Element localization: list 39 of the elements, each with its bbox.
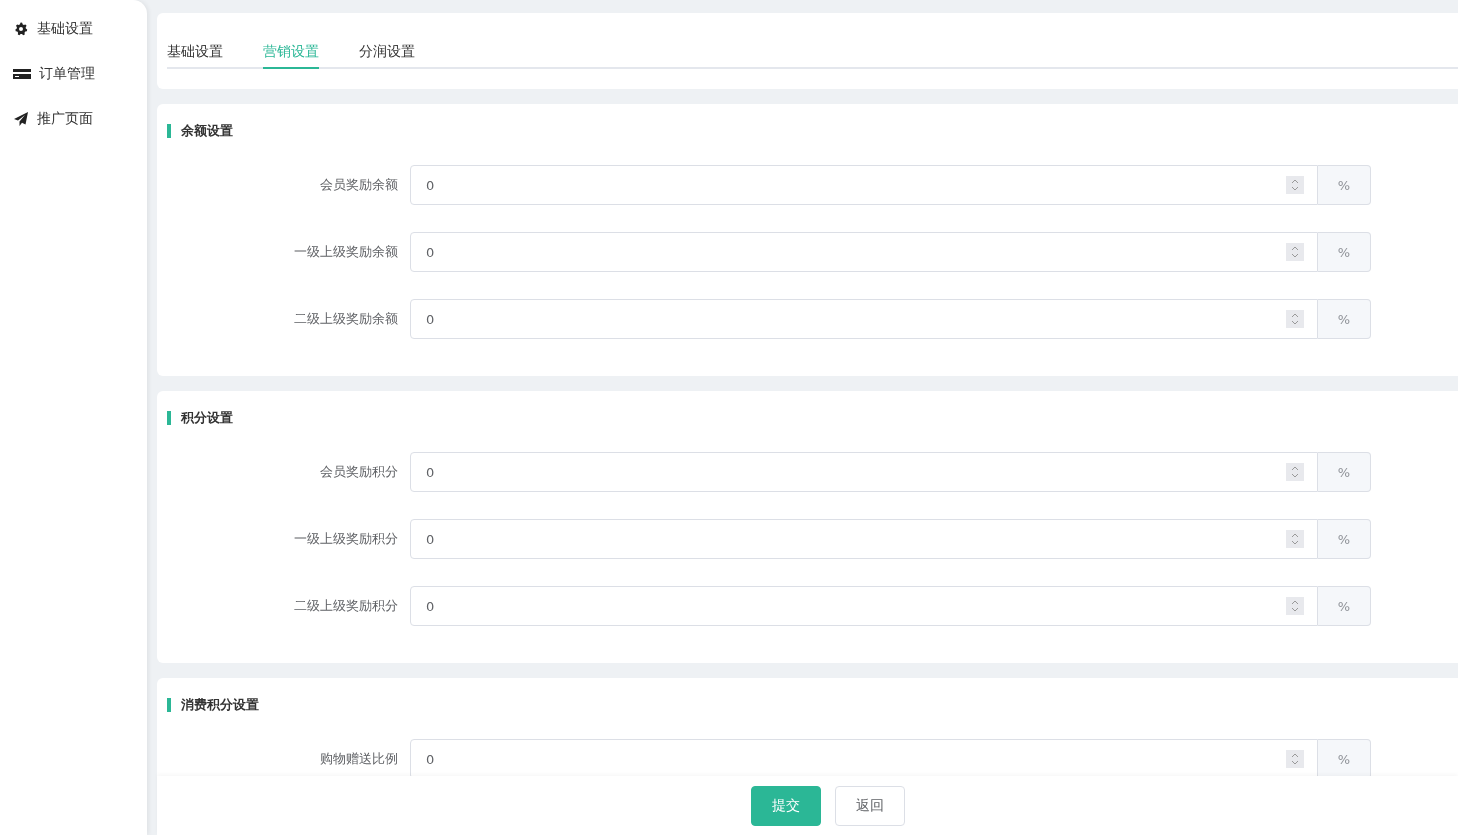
unit-addon: % [1318,519,1371,559]
sidebar-item[interactable]: 订单管理 [0,51,147,96]
back-button[interactable]: 返回 [834,785,905,826]
field-label: 一级上级奖励余额 [293,243,399,261]
tab[interactable]: 基础设置 [167,43,223,69]
paper-plane-icon [13,110,29,127]
number-input[interactable]: 0 [410,519,1318,559]
section-title: 余额设置 [167,124,1458,138]
field-label: 二级上级奖励余额 [293,310,399,328]
number-input[interactable]: 0 [410,452,1318,492]
spinner-icon[interactable] [1286,463,1304,481]
spinner-icon[interactable] [1286,243,1304,261]
number-input[interactable]: 0 [410,232,1318,272]
spinner-icon[interactable] [1286,750,1304,768]
number-input[interactable]: 0 [410,165,1318,205]
field-label: 二级上级奖励积分 [293,597,399,615]
section-title: 消费积分设置 [167,698,1458,712]
field-label: 购物赠送比例 [319,750,399,768]
unit-addon: % [1318,452,1371,492]
number-input[interactable]: 0 [410,299,1318,339]
unit-addon: % [1318,165,1371,205]
spinner-icon[interactable] [1286,530,1304,548]
spinner-icon[interactable] [1286,310,1304,328]
field-label: 一级上级奖励积分 [293,530,399,548]
spinner-icon[interactable] [1286,597,1304,615]
gear-icon [13,20,29,37]
sidebar-item[interactable]: 基础设置 [0,6,147,51]
number-input[interactable]: 0 [410,739,1318,779]
tab[interactable]: 分润设置 [359,43,415,69]
spinner-icon[interactable] [1286,176,1304,194]
unit-addon: % [1318,232,1371,272]
field-label: 会员奖励积分 [319,463,399,481]
sidebar-item[interactable]: 推广页面 [0,96,147,141]
number-input[interactable]: 0 [410,586,1318,626]
section-title: 积分设置 [167,411,1458,425]
unit-addon: % [1318,586,1371,626]
field-label: 会员奖励余额 [319,176,399,194]
unit-addon: % [1318,299,1371,339]
unit-addon: % [1318,739,1371,779]
